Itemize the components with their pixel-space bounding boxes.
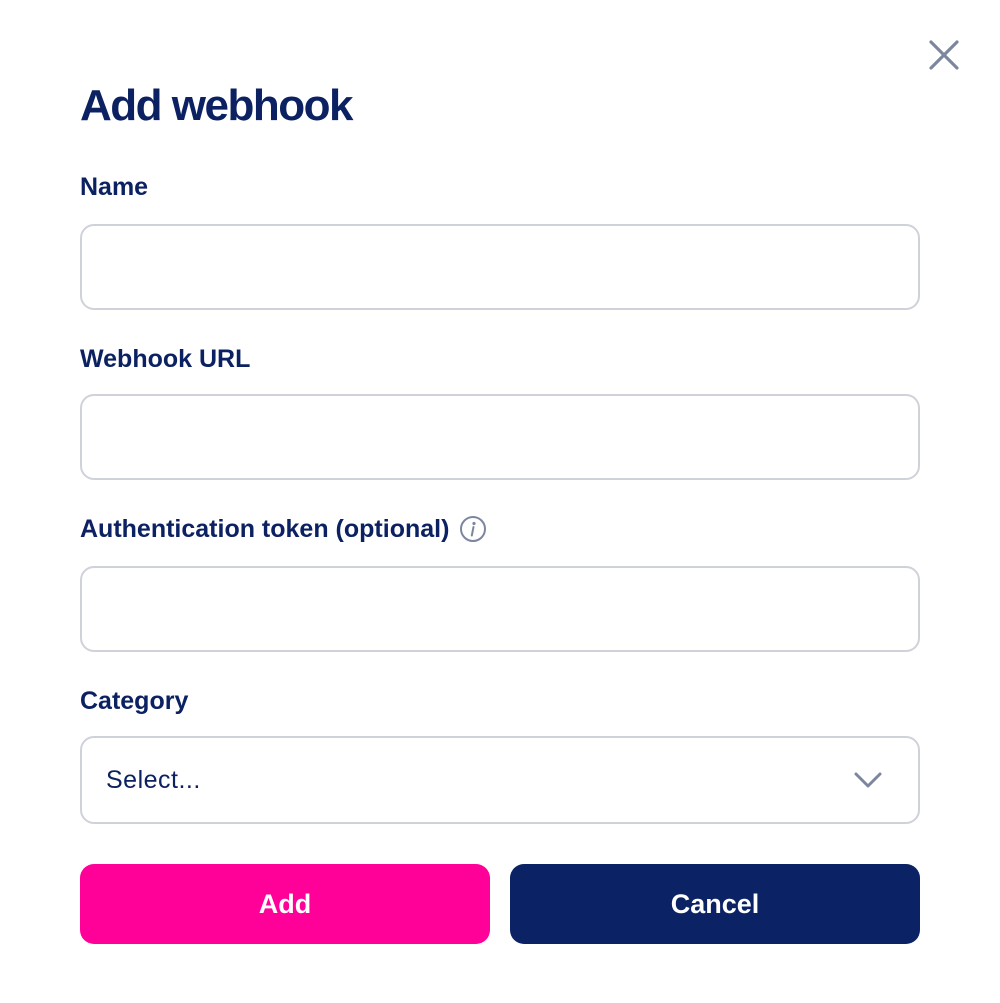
auth-token-input[interactable] bbox=[80, 566, 920, 652]
chevron-down-icon bbox=[854, 772, 882, 788]
name-label-text: Name bbox=[80, 173, 149, 201]
auth-token-label-text: Authentication token (optional) bbox=[80, 515, 450, 543]
cancel-button[interactable]: Cancel bbox=[510, 864, 920, 944]
add-button[interactable]: Add bbox=[80, 864, 490, 944]
close-icon[interactable] bbox=[924, 35, 964, 75]
category-select[interactable]: Select... bbox=[80, 736, 920, 824]
category-select-value: Select... bbox=[106, 765, 201, 794]
name-input[interactable] bbox=[80, 224, 920, 310]
auth-token-label: Authentication token (optional) bbox=[80, 512, 487, 546]
webhook-url-label: Webhook URL bbox=[80, 342, 250, 376]
info-icon[interactable] bbox=[459, 515, 487, 543]
webhook-url-label-text: Webhook URL bbox=[80, 345, 251, 373]
category-label: Category bbox=[80, 684, 188, 718]
name-label: Name bbox=[80, 170, 148, 204]
category-label-text: Category bbox=[80, 687, 189, 715]
dialog-title: Add webhook bbox=[80, 81, 353, 130]
webhook-url-input[interactable] bbox=[80, 394, 920, 480]
